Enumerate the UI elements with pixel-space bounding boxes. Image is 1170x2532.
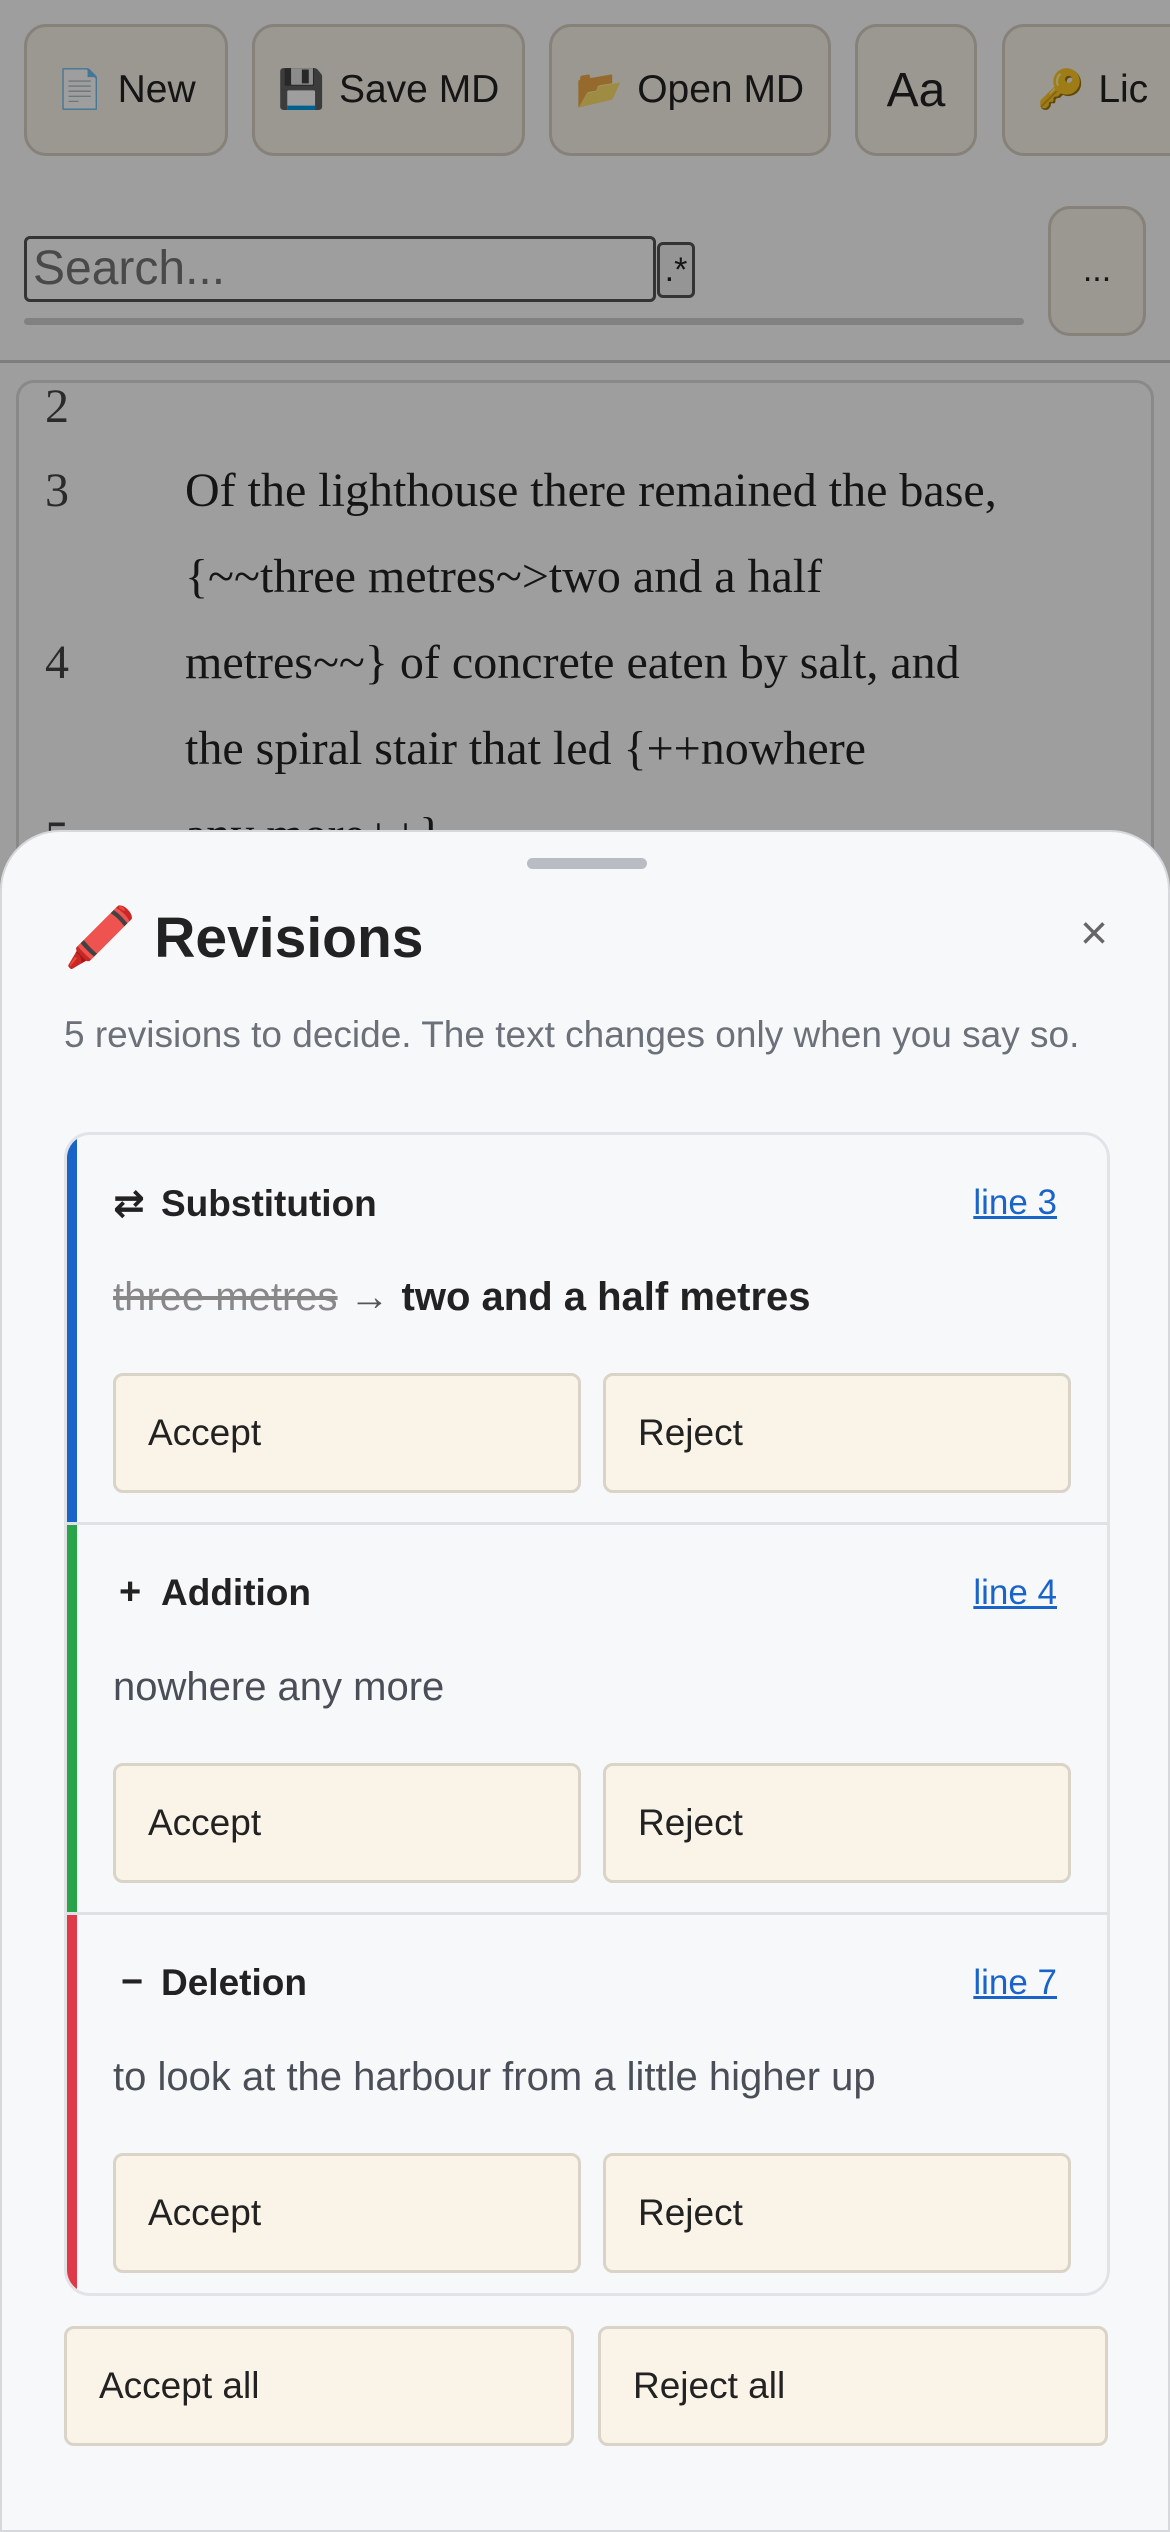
revision-item: + Addition line 4 nowhere any more Accep… [67, 1525, 1107, 1915]
reject-button[interactable]: Reject [603, 1373, 1071, 1493]
revision-type-bar [67, 1525, 77, 1912]
drag-handle[interactable] [527, 858, 647, 869]
accept-button[interactable]: Accept [113, 1373, 581, 1493]
revisions-intro: 5 revisions to decide. The text changes … [64, 1014, 1080, 1055]
revision-line-link[interactable]: line 4 [973, 1573, 1057, 1613]
revisions-list: ⇄ Substitution line 3 three metres → two a… [64, 1132, 1110, 2296]
swap-icon: ⇄ [113, 1183, 145, 1225]
revision-kind-label: Substitution [161, 1182, 377, 1224]
minus-icon: − [121, 1961, 144, 2003]
revision-item: − Deletion line 7 to look at the harbour… [67, 1915, 1107, 2293]
revision-kind: − Deletion [113, 1961, 307, 2004]
revision-kind-label: Deletion [161, 1961, 307, 2003]
reject-button[interactable]: Reject [603, 2153, 1071, 2273]
revision-old-text: three metres [113, 1275, 338, 1319]
close-button[interactable]: × [1064, 904, 1124, 964]
revisions-sheet: 🖍️ Revisions × 5 revisions to decide. Th… [0, 830, 1170, 2532]
revision-type-bar [67, 1915, 77, 2293]
accept-button[interactable]: Accept [113, 1763, 581, 1883]
plus-icon: + [119, 1571, 142, 1613]
revision-text: to look at the harbour from a little hig… [113, 2055, 876, 2099]
reject-button[interactable]: Reject [603, 1763, 1071, 1883]
revision-kind: + Addition [113, 1571, 311, 1614]
accept-button[interactable]: Accept [113, 2153, 581, 2273]
revision-kind-label: Addition [161, 1571, 312, 1613]
sheet-title: 🖍️ Revisions [64, 898, 424, 978]
revision-type-bar [67, 1135, 77, 1522]
revision-text: three metres → two and a half metres [113, 1275, 811, 1320]
arrow-icon: → [349, 1275, 390, 1319]
reject-all-button[interactable]: Reject all [598, 2326, 1108, 2446]
revision-item: ⇄ Substitution line 3 three metres → two a… [67, 1135, 1107, 1525]
revision-text: nowhere any more [113, 1665, 445, 1709]
revision-line-link[interactable]: line 3 [973, 1183, 1057, 1223]
accept-all-button[interactable]: Accept all [64, 2326, 574, 2446]
revision-kind: ⇄ Substitution [113, 1181, 377, 1226]
revision-new-text: two and a half metres [401, 1275, 811, 1319]
revision-line-link[interactable]: line 7 [973, 1963, 1057, 2003]
crayon-icon: 🖍️ [64, 905, 137, 970]
sheet-title-text: Revisions [154, 906, 424, 970]
